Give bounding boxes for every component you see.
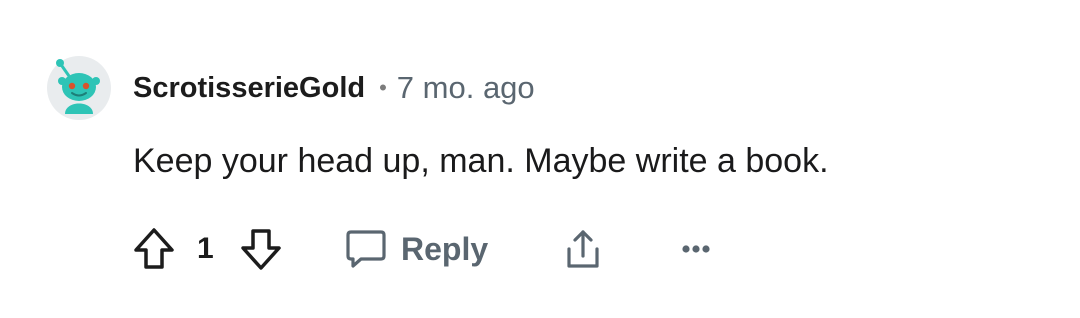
meta-separator: • (379, 75, 387, 100)
avatar[interactable] (47, 56, 111, 120)
comment: ScrotisserieGold • 7 mo. ago Keep your h… (0, 0, 1080, 318)
reply-label: Reply (401, 230, 489, 267)
snoo-avatar-icon (47, 56, 111, 120)
reply-button[interactable]: Reply (345, 225, 488, 273)
comment-age: 7 mo. ago (396, 70, 535, 105)
speech-bubble-icon (346, 230, 386, 268)
upvote-arrow-icon (134, 228, 174, 269)
share-icon (567, 230, 599, 268)
more-options-icon (682, 245, 710, 253)
downvote-arrow-icon (241, 229, 281, 270)
comment-actions: 1 Reply (133, 225, 833, 273)
share-button[interactable] (561, 225, 605, 273)
comment-header: ScrotisserieGold • 7 mo. ago (133, 68, 535, 108)
comment-body: Keep your head up, man. Maybe write a bo… (133, 142, 829, 180)
vote-count-wrap: 1 (197, 225, 214, 273)
upvote-button[interactable] (133, 225, 175, 273)
username-link[interactable]: ScrotisserieGold (133, 72, 365, 105)
more-options-button[interactable] (681, 225, 711, 273)
downvote-button[interactable] (240, 225, 282, 273)
vote-count: 1 (197, 232, 214, 265)
